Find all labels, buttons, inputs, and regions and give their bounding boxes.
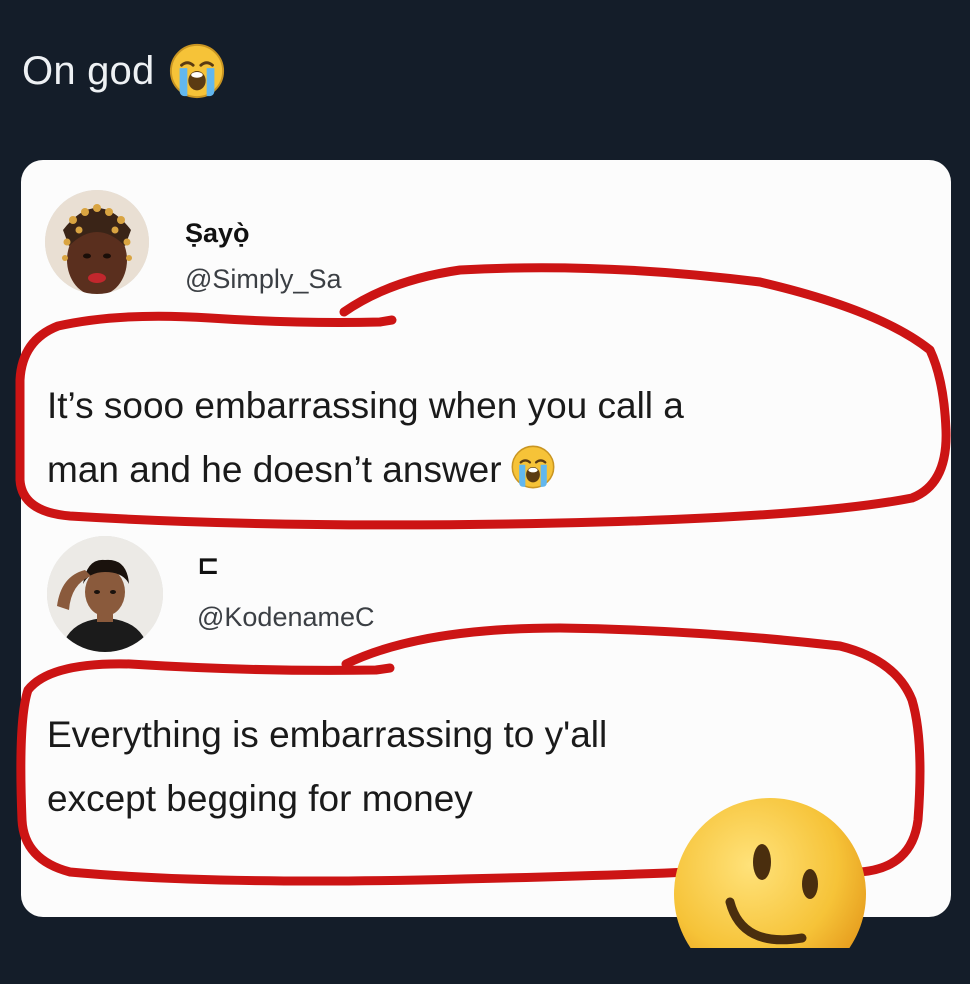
profile-photo (47, 536, 163, 652)
winking-face-icon (674, 798, 866, 948)
tweet-text-line: Everything is embarrassing to y'all (47, 714, 608, 755)
tweet-text-line: man and he doesn’t answer (47, 438, 927, 502)
profile-photo (45, 190, 149, 294)
tweet-text-line: It’s sooo embarrassing when you call a (47, 385, 684, 426)
username-handle[interactable]: @Simply_Sa (185, 264, 341, 295)
display-name[interactable]: ⊏ (197, 550, 220, 581)
post-caption: On god (22, 40, 226, 102)
display-name[interactable]: Ṣayọ̀ (185, 218, 250, 249)
tweet-sayo: Ṣayọ̀ @Simply_Sa It’s sooo embarrassing … (21, 160, 951, 530)
loudly-crying-face-icon (170, 43, 225, 99)
loudly-crying-face-icon (511, 445, 555, 489)
avatar[interactable] (47, 536, 163, 652)
avatar[interactable] (45, 190, 149, 294)
tweet-text-line-content: man and he doesn’t answer (47, 449, 502, 490)
post-view: On god Ṣayọ̀ @Simply_Sa It’s sooo embarr… (0, 0, 970, 984)
username-handle[interactable]: @KodenameC (197, 602, 375, 633)
tweet-text: It’s sooo embarrassing when you call a m… (47, 374, 927, 502)
caption-text: On god (22, 48, 155, 93)
